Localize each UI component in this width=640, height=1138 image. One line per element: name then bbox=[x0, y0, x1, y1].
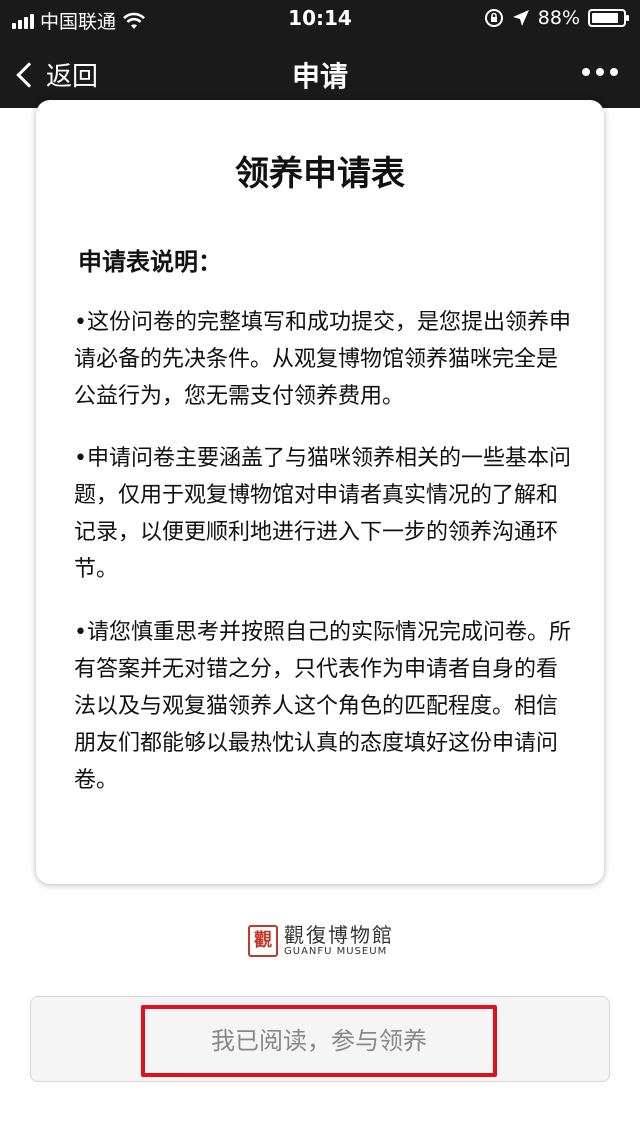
museum-logo: 觀 觀復博物館 GUANFU MUSEUM bbox=[248, 924, 394, 958]
intro-paragraph-2: •申请问卷主要涵盖了与猫咪领养相关的一些基本问题，仅用于观复博物馆对申请者真实情… bbox=[74, 446, 571, 582]
more-dot-icon bbox=[596, 68, 604, 76]
battery-percent: 88% bbox=[537, 7, 580, 29]
status-right: 88% bbox=[484, 7, 629, 29]
form-card: 领养申请表 申请表说明： •这份问卷的完整填写和成功提交，是您提出领养申请必备的… bbox=[36, 100, 604, 884]
logo-name-cn: 觀復博物館 bbox=[284, 923, 394, 947]
form-title: 领养申请表 bbox=[235, 154, 405, 194]
page-title: 申请 bbox=[291, 60, 348, 93]
battery-level bbox=[592, 13, 619, 23]
section-heading: 申请表说明： bbox=[78, 248, 222, 276]
nav-bar: 返回 申请 bbox=[0, 40, 640, 108]
participate-adoption-button[interactable]: 我已阅读，参与领养 bbox=[141, 1005, 497, 1077]
more-options-button[interactable] bbox=[582, 68, 618, 76]
intro-paragraph-3: •请您慎重思考并按照自己的实际情况完成问卷。所有答案并无对错之分，只代表作为申请… bbox=[74, 620, 571, 793]
intro-paragraph-1: •这份问卷的完整填写和成功提交，是您提出领养申请必备的先决条件。从观复博物馆领养… bbox=[74, 310, 571, 409]
more-dot-icon bbox=[582, 68, 590, 76]
participate-button-container[interactable]: 我已阅读，参与领养 bbox=[30, 996, 610, 1082]
rotation-lock-icon bbox=[484, 9, 503, 27]
battery-icon bbox=[588, 9, 629, 27]
location-icon bbox=[512, 10, 529, 26]
seal-icon: 觀 bbox=[248, 925, 278, 957]
top-bar: 中国联通 10:14 88% 返回 申请 bbox=[0, 0, 640, 108]
status-bar: 中国联通 10:14 88% bbox=[0, 0, 640, 36]
more-dot-icon bbox=[610, 68, 618, 76]
logo-name-en: GUANFU MUSEUM bbox=[284, 946, 388, 957]
logo-text: 觀復博物館 GUANFU MUSEUM bbox=[284, 924, 394, 958]
